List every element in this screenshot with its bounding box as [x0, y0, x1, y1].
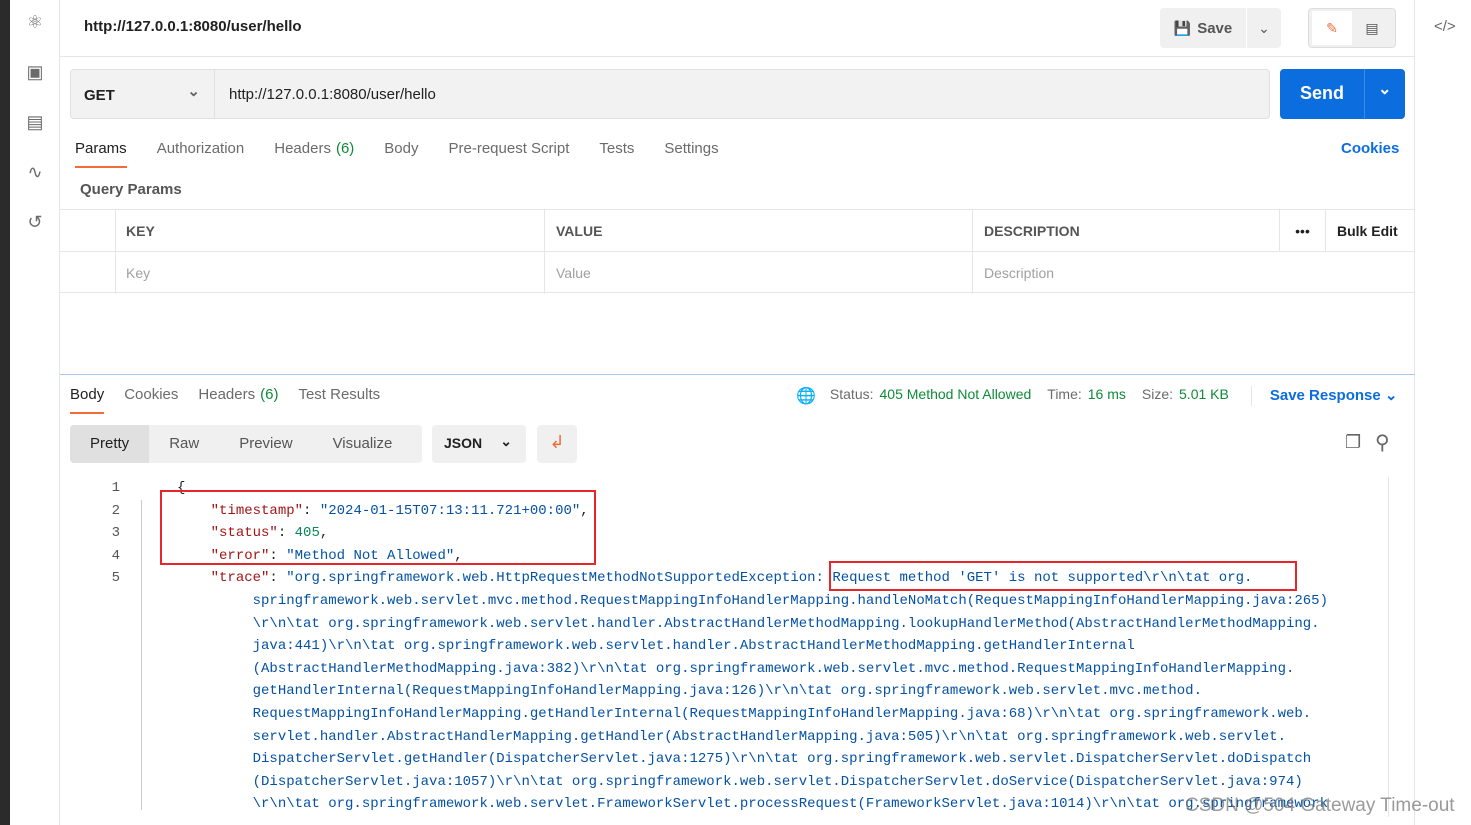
mock-servers-icon[interactable]: ▤ — [24, 112, 46, 134]
status-bar: 🌐 Status: 405 Method Not Allowed Time: 16 … — [796, 386, 1398, 406]
apis-icon[interactable]: ⚛ — [24, 12, 46, 34]
highlight-box — [160, 490, 596, 565]
request-tabs: Params Authorization Headers (6) Body Pre-req… — [75, 140, 719, 168]
view-preview[interactable]: Preview — [219, 425, 312, 463]
code-line: (AbstractHandlerMethodMapping.java:382)\… — [177, 660, 1295, 677]
view-pretty[interactable]: Pretty — [70, 425, 150, 463]
right-sidebar: </> — [1416, 0, 1471, 825]
description-input[interactable]: Description — [973, 252, 1415, 294]
cookies-link[interactable]: Cookies — [1341, 140, 1399, 157]
pane-resizer[interactable] — [60, 374, 1415, 375]
column-header-key: KEY — [116, 210, 545, 252]
line-number: 1 — [111, 480, 120, 496]
save-button[interactable]: 💾 Save — [1160, 8, 1246, 48]
bulk-edit-button[interactable]: Bulk Edit — [1326, 210, 1415, 252]
response-tabs: Body Cookies Headers (6) Test Results — [70, 386, 380, 414]
save-icon: 💾 — [1173, 19, 1192, 36]
line-number: 3 — [111, 525, 120, 542]
url-input[interactable]: http://127.0.0.1:8080/user/hello — [229, 86, 436, 103]
response-tab-cookies[interactable]: Cookies — [124, 386, 178, 414]
code-line: getHandlerInternal(RequestMappingInfoHan… — [177, 683, 1202, 700]
code-line: DispatcherServlet.getHandler(DispatcherS… — [177, 751, 1312, 768]
code-line: springframework.web.servlet.mvc.method.R… — [177, 593, 1328, 609]
value-input[interactable]: Value — [545, 252, 973, 294]
tab-headers[interactable]: Headers (6) — [274, 140, 354, 168]
view-raw[interactable]: Raw — [149, 425, 219, 463]
tab-authorization[interactable]: Authorization — [157, 140, 245, 168]
watermark: CSDN @504 Gateway Time-out — [1185, 795, 1455, 816]
edit-icon[interactable]: ✎ — [1312, 11, 1352, 45]
copy-icon[interactable]: ❐ — [1345, 432, 1361, 453]
globe-icon[interactable]: 🌐 — [796, 386, 816, 406]
url-bar: GET ⌄ http://127.0.0.1:8080/user/hello — [70, 69, 1270, 119]
history-icon[interactable]: ↺ — [24, 212, 46, 234]
line-number: 5 — [111, 570, 120, 587]
code-icon[interactable]: </> — [1434, 18, 1456, 35]
monitors-icon[interactable]: ∿ — [24, 162, 46, 184]
response-time[interactable]: 16 ms — [1088, 386, 1126, 406]
chevron-down-icon: ⌄ — [500, 433, 512, 449]
column-header-description: DESCRIPTION — [973, 210, 1280, 252]
line-number: 4 — [111, 547, 120, 564]
chevron-down-icon: ⌄ — [1258, 19, 1270, 36]
highlight-box — [829, 561, 1297, 591]
wrap-lines-button[interactable]: ↲ — [537, 425, 577, 463]
code-line: \r\n\tat org.springframework.web.servlet… — [177, 796, 1328, 813]
response-size[interactable]: 5.01 KB — [1179, 386, 1229, 406]
view-visualize[interactable]: Visualize — [313, 425, 413, 463]
format-select[interactable]: JSON ⌄ — [432, 425, 526, 463]
code-line: java:441)\r\n\tat org.springframework.we… — [177, 638, 1135, 655]
view-toggle: ✎ ▤ — [1308, 8, 1396, 48]
tab-params[interactable]: Params — [75, 140, 127, 168]
line-number: 2 — [111, 502, 120, 519]
view-mode-group: Pretty Raw Preview Visualize — [70, 425, 422, 463]
send-button[interactable]: Send ⌄ — [1280, 69, 1405, 119]
query-params-title: Query Params — [80, 181, 182, 198]
method-select[interactable]: GET ⌄ — [71, 70, 215, 118]
key-input[interactable]: Key — [116, 252, 545, 294]
response-tab-body[interactable]: Body — [70, 386, 105, 414]
code-line: servlet.handler.AbstractHandlerMapping.g… — [177, 728, 1286, 745]
column-header-value: VALUE — [545, 210, 973, 252]
code-line: RequestMappingInfoHandlerMapping.getHand… — [177, 706, 1312, 722]
comments-icon[interactable]: ▤ — [1352, 20, 1392, 37]
editor-background — [0, 0, 10, 825]
tab-settings[interactable]: Settings — [664, 140, 718, 168]
code-line: (DispatcherServlet.java:1057)\r\n\tat or… — [177, 773, 1303, 790]
status-code[interactable]: 405 Method Not Allowed — [880, 386, 1032, 406]
save-options-button[interactable]: ⌄ — [1247, 8, 1281, 48]
tab-body[interactable]: Body — [384, 140, 418, 168]
query-params-table: KEY VALUE DESCRIPTION ••• Bulk Edit Key … — [60, 209, 1415, 294]
divider — [60, 56, 1415, 57]
response-tab-test-results[interactable]: Test Results — [298, 386, 380, 414]
save-response-button[interactable]: Save Response ⌄ — [1270, 386, 1398, 406]
environments-icon[interactable]: ▣ — [24, 62, 46, 84]
search-icon[interactable]: ⚲ — [1375, 430, 1390, 455]
scrollbar[interactable] — [1388, 477, 1389, 817]
chevron-down-icon[interactable]: ⌄ — [1378, 79, 1391, 99]
tab-pre-request-script[interactable]: Pre-request Script — [449, 140, 570, 168]
sidebar: ⚛ ▣ ▤ ∿ ↺ — [10, 0, 60, 825]
request-panel: http://127.0.0.1:8080/user/hello 💾 Save … — [60, 0, 1415, 825]
more-options-icon[interactable]: ••• — [1280, 210, 1326, 252]
request-title: http://127.0.0.1:8080/user/hello — [84, 18, 302, 35]
response-tab-headers[interactable]: Headers (6) — [198, 386, 278, 414]
code-line: \r\n\tat org.springframework.web.servlet… — [177, 615, 1320, 632]
tab-tests[interactable]: Tests — [599, 140, 634, 168]
chevron-down-icon: ⌄ — [187, 83, 200, 100]
